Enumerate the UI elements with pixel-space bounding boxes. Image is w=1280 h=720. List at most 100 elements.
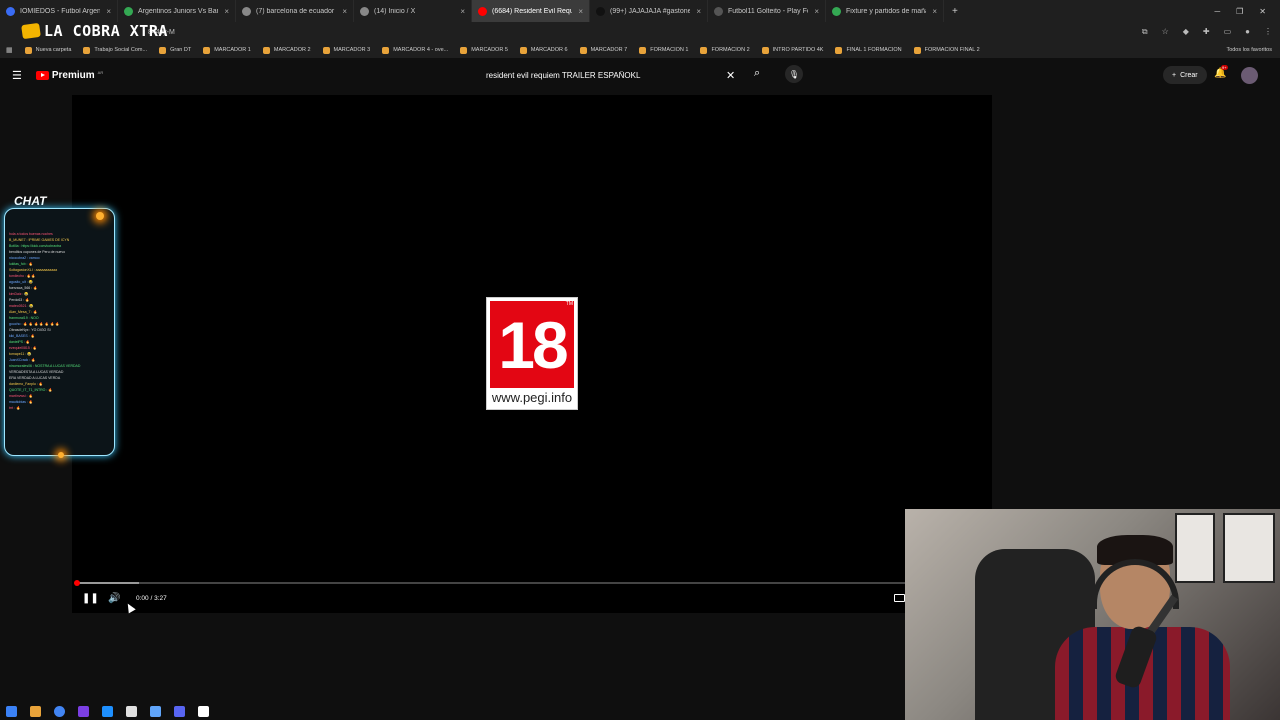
sidebar-icon[interactable]: ▭ <box>1224 27 1232 37</box>
browser-tab[interactable]: Argentinos Juniors Vs Barcelo× <box>118 0 236 22</box>
bookmark-folder-icon <box>382 46 390 54</box>
pause-icon[interactable]: ❚❚ <box>82 593 99 604</box>
bookmark-item[interactable]: MARCADOR 5 <box>454 46 514 54</box>
spark-decoration-icon <box>96 212 104 220</box>
bookmark-item[interactable]: Gran DT <box>153 46 197 54</box>
tabs-container: IOMIEDOS - Futbol Argentin × Argentinos Ju… <box>0 0 944 22</box>
bookmark-item[interactable]: FORMACION 2 <box>694 46 755 54</box>
extensions-puzzle-icon[interactable]: ✚ <box>1203 27 1210 37</box>
progress-scrubber[interactable] <box>74 580 80 586</box>
bookmark-label: MARCADOR 2 <box>273 47 311 53</box>
bookmark-star-icon[interactable]: ☆ <box>1162 27 1169 37</box>
taskbar-app-icon[interactable] <box>126 705 137 717</box>
taskbar-app-icon[interactable] <box>150 705 161 717</box>
taskbar-app-icon[interactable] <box>54 705 65 717</box>
bookmark-folder-icon <box>24 46 32 54</box>
new-tab-button[interactable]: + <box>944 6 966 17</box>
bookmark-folder-icon <box>761 46 769 54</box>
bookmark-folder-icon <box>460 46 468 54</box>
taskbar-app-icon[interactable] <box>30 705 41 717</box>
bookmark-item[interactable]: MARCADOR 6 <box>514 46 574 54</box>
menu-icon[interactable]: ☰ <box>12 69 22 82</box>
apps-grid-icon[interactable]: ▦ <box>6 46 19 54</box>
install-icon[interactable]: ⧉ <box>1142 27 1148 37</box>
subtitles-icon[interactable] <box>894 594 905 602</box>
tab-close-icon[interactable]: × <box>336 7 347 16</box>
bookmark-label: MARCADOR 6 <box>530 47 568 53</box>
tab-close-icon[interactable]: × <box>100 7 111 16</box>
all-bookmarks-link[interactable]: Todos los favoritos <box>1226 47 1280 53</box>
bookmark-label: MARCADOR 4 - ove... <box>393 47 449 53</box>
bookmarks-container: Nueva carpeta Trabajo Social Com... Gran D… <box>19 46 986 54</box>
browser-tab[interactable]: (7) barcelona de ecuador - Bus× <box>236 0 354 22</box>
bookmark-item[interactable]: FORMACION FINAL 2 <box>908 46 986 54</box>
tab-favicon-icon <box>242 6 251 16</box>
tab-favicon-icon <box>596 6 605 16</box>
pegi-rating-logo: 18 TM www.pegi.info <box>486 297 578 410</box>
window-controls: ─ ❐ ✕ <box>1214 7 1280 16</box>
progress-bar[interactable] <box>74 580 907 586</box>
tab-close-icon[interactable]: × <box>808 7 819 16</box>
bookmark-label: MARCADOR 3 <box>333 47 371 53</box>
taskbar-app-icon[interactable] <box>174 705 185 717</box>
tab-close-icon[interactable]: × <box>454 7 465 16</box>
browser-tab[interactable]: (6684) Resident Evil Requiem× <box>472 0 590 22</box>
video-player[interactable]: 18 TM www.pegi.info ❚❚ 🔊 0:00 / 3:27 <box>72 95 992 613</box>
tab-close-icon[interactable]: × <box>690 7 701 16</box>
search-icon[interactable]: ⌕ <box>754 67 760 80</box>
tab-close-icon[interactable]: × <box>926 7 937 16</box>
bookmark-item[interactable]: MARCADOR 4 - ove... <box>376 46 454 54</box>
wall-poster <box>1223 513 1275 583</box>
bookmark-item[interactable]: MARCADOR 7 <box>574 46 634 54</box>
profile-icon[interactable]: ● <box>1245 27 1250 37</box>
create-button[interactable]: + Crear <box>1163 66 1207 84</box>
tab-label: Fixture y partidos de mañana <box>846 7 926 15</box>
bookmark-item[interactable]: Trabajo Social Com... <box>77 46 153 54</box>
extension-icon[interactable]: ◆ <box>1183 27 1189 37</box>
taskbar-app-icon[interactable] <box>198 705 209 717</box>
browser-tab[interactable]: (14) Inicio / X × <box>354 0 472 22</box>
maximize-button[interactable]: ❐ <box>1236 7 1243 16</box>
tab-close-icon[interactable]: × <box>218 7 229 16</box>
tab-favicon-icon <box>6 6 15 16</box>
tab-favicon-icon <box>714 6 723 16</box>
taskbar-app-icon[interactable] <box>102 705 113 717</box>
bookmark-folder-icon <box>83 46 91 54</box>
tab-favicon-icon <box>478 6 487 16</box>
search-box: ✕ <box>478 65 750 85</box>
youtube-logo[interactable]: Premium AR <box>35 70 103 81</box>
taskbar-app-icon[interactable] <box>6 705 17 717</box>
bookmark-item[interactable]: Nueva carpeta <box>19 46 78 54</box>
bookmark-item[interactable]: MARCADOR 3 <box>317 46 377 54</box>
minimize-button[interactable]: ─ <box>1214 7 1220 16</box>
bookmark-folder-icon <box>262 46 270 54</box>
search-input[interactable] <box>478 70 718 80</box>
browser-tab[interactable]: IOMIEDOS - Futbol Argentin × <box>0 0 118 22</box>
volume-icon[interactable]: 🔊 <box>108 593 120 604</box>
browser-menu-icon[interactable]: ⋮ <box>1264 27 1272 37</box>
tab-label: IOMIEDOS - Futbol Argentin <box>20 7 101 15</box>
avatar[interactable] <box>1241 67 1258 84</box>
bookmark-item[interactable]: MARCADOR 1 <box>197 46 257 54</box>
close-window-button[interactable]: ✕ <box>1259 7 1266 16</box>
bookmark-item[interactable]: FORMACION 1 <box>633 46 694 54</box>
browser-tab[interactable]: Fixture y partidos de mañana× <box>826 0 944 22</box>
clear-search-icon[interactable]: ✕ <box>726 69 735 82</box>
time-display: 0:00 / 3:27 <box>136 595 167 602</box>
pegi-rating-number: 18 <box>490 301 574 388</box>
bookmark-label: MARCADOR 1 <box>214 47 251 53</box>
bookmark-label: Nueva carpeta <box>35 47 72 53</box>
bookmark-item[interactable]: MARCADOR 2 <box>257 46 317 54</box>
bookmark-label: FINAL 1 FORMACION <box>846 47 902 53</box>
voice-search-icon[interactable]: 🎙 <box>785 65 803 83</box>
tab-favicon-icon <box>124 6 133 16</box>
bookmark-item[interactable]: FINAL 1 FORMACION <box>829 46 907 54</box>
tab-close-icon[interactable]: × <box>572 7 583 16</box>
taskbar-app-icon[interactable] <box>78 705 89 717</box>
browser-tab-strip: IOMIEDOS - Futbol Argentin × Argentinos Ju… <box>0 0 1280 22</box>
browser-tab[interactable]: (99+) JAJAJAJA #gastonedul #× <box>590 0 708 22</box>
notifications-button[interactable]: 🔔 9+ <box>1214 65 1228 79</box>
spark-decoration-icon <box>58 452 64 458</box>
browser-tab[interactable]: Futbol11 Golteito - Play Footb× <box>708 0 826 22</box>
bookmark-item[interactable]: INTRO PARTIDO 4K <box>756 46 830 54</box>
